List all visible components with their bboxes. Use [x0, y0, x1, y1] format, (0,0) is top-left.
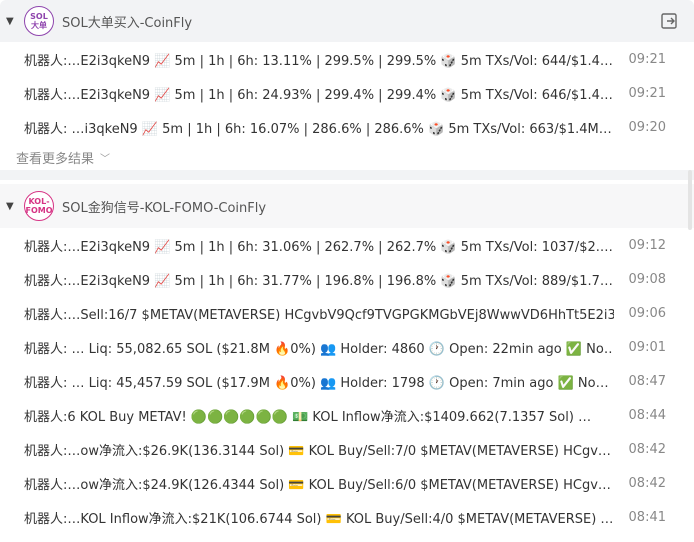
message-row[interactable]: 机器人:…ow净流入:$26.9K(136.3144 Sol) 💳 KOL Bu… — [0, 432, 694, 466]
message-row[interactable]: 机器人: … Liq: 45,457.59 SOL ($17.9M 🔥0%) 👥… — [0, 364, 694, 398]
message-row[interactable]: 机器人:6 KOL Buy METAV! 🟢🟢🟢🟢🟢🟢 💵 KOL Inflow… — [0, 398, 694, 432]
message-text: 机器人:…Sell:16/7 $METAV(METAVERSE) HCgvbV9… — [24, 307, 614, 323]
message-row[interactable]: 机器人:…E2i3qkeN9 📈 5m | 1h | 6h: 31.06% | … — [0, 228, 694, 262]
message-row[interactable]: 机器人:…Sell:16/7 $METAV(METAVERSE) HCgvbV9… — [0, 296, 694, 330]
avatar-line2: 大单 — [31, 21, 47, 30]
message-row[interactable]: 机器人:…ow净流入:$24.9K(126.4344 Sol) 💳 KOL Bu… — [0, 466, 694, 500]
message-text: 机器人:…E2i3qkeN9 📈 5m | 1h | 6h: 31.06% | … — [24, 239, 613, 255]
message-text: 机器人:…ow净流入:$26.9K(136.3144 Sol) 💳 KOL Bu… — [24, 443, 611, 459]
message-text: 机器人: … Liq: 45,457.59 SOL ($17.9M 🔥0%) 👥… — [24, 375, 609, 391]
group-avatar: KOL- FOMO — [24, 191, 54, 221]
message-text: 机器人: …i3qkeN9 📈 5m | 1h | 6h: 16.07% | 2… — [24, 121, 612, 137]
message-time: 09:06 — [628, 305, 666, 321]
message-time: 09:12 — [628, 237, 666, 253]
message-row[interactable]: 机器人: …i3qkeN9 📈 5m | 1h | 6h: 16.07% | 2… — [0, 110, 694, 144]
message-time: 08:42 — [628, 475, 666, 491]
message-text: 机器人:…E2i3qkeN9 📈 5m | 1h | 6h: 24.93% | … — [24, 87, 613, 103]
collapse-caret-icon[interactable]: ▼ — [6, 16, 18, 27]
avatar-line1: KOL- — [28, 197, 50, 206]
message-row[interactable]: 机器人: … Liq: 55,082.65 SOL ($21.8M 🔥0%) 👥… — [0, 330, 694, 364]
message-time: 09:08 — [628, 271, 666, 287]
message-row[interactable]: 机器人:…KOL Inflow净流入:$21K(106.6744 Sol) 💳 … — [0, 500, 694, 534]
show-more-label: 查看更多结果 — [16, 151, 95, 167]
scrollbar[interactable] — [688, 170, 692, 230]
message-time: 08:42 — [628, 441, 666, 457]
message-row[interactable]: 机器人:…E2i3qkeN9 📈 5m | 1h | 6h: 24.93% | … — [0, 76, 694, 110]
group-separator — [0, 170, 694, 180]
chevron-down-icon: ﹀ — [100, 153, 111, 165]
message-time: 08:44 — [628, 407, 666, 423]
avatar-line2: FOMO — [25, 206, 53, 215]
group-avatar: SOL 大单 — [24, 6, 54, 36]
message-time: 09:20 — [628, 119, 666, 135]
group-header-coinfly-buy[interactable]: ▼ SOL 大单 SOL大单买入-CoinFly — [0, 0, 694, 42]
message-time: 09:01 — [628, 339, 666, 355]
group-title: SOL金狗信号-KOL-FOMO-CoinFly — [62, 200, 267, 216]
message-text: 机器人: … Liq: 55,082.65 SOL ($21.8M 🔥0%) 👥… — [24, 341, 614, 357]
message-text: 机器人:6 KOL Buy METAV! 🟢🟢🟢🟢🟢🟢 💵 KOL Inflow… — [24, 409, 592, 425]
group-header-kol-fomo[interactable]: ▼ KOL- FOMO SOL金狗信号-KOL-FOMO-CoinFly — [0, 184, 694, 228]
message-text: 机器人:…E2i3qkeN9 📈 5m | 1h | 6h: 13.11% | … — [24, 53, 613, 69]
message-time: 08:47 — [628, 373, 666, 389]
show-more-link[interactable]: 查看更多结果 ﹀ — [0, 144, 694, 170]
avatar-line1: SOL — [30, 12, 48, 21]
message-row[interactable]: 机器人:…E2i3qkeN9 📈 5m | 1h | 6h: 13.11% | … — [0, 42, 694, 76]
message-text: 机器人:…KOL Inflow净流入:$21K(106.6744 Sol) 💳 … — [24, 511, 614, 527]
message-time: 09:21 — [628, 51, 666, 67]
collapse-caret-icon[interactable]: ▼ — [6, 201, 18, 212]
group-title: SOL大单买入-CoinFly — [62, 15, 193, 31]
message-time: 09:21 — [628, 85, 666, 101]
message-time: 08:41 — [628, 509, 666, 525]
exit-icon[interactable] — [660, 12, 678, 30]
message-text: 机器人:…ow净流入:$24.9K(126.4344 Sol) 💳 KOL Bu… — [24, 477, 611, 493]
message-text: 机器人:…E2i3qkeN9 📈 5m | 1h | 6h: 31.77% | … — [24, 273, 613, 289]
message-row[interactable]: 机器人:…E2i3qkeN9 📈 5m | 1h | 6h: 31.77% | … — [0, 262, 694, 296]
